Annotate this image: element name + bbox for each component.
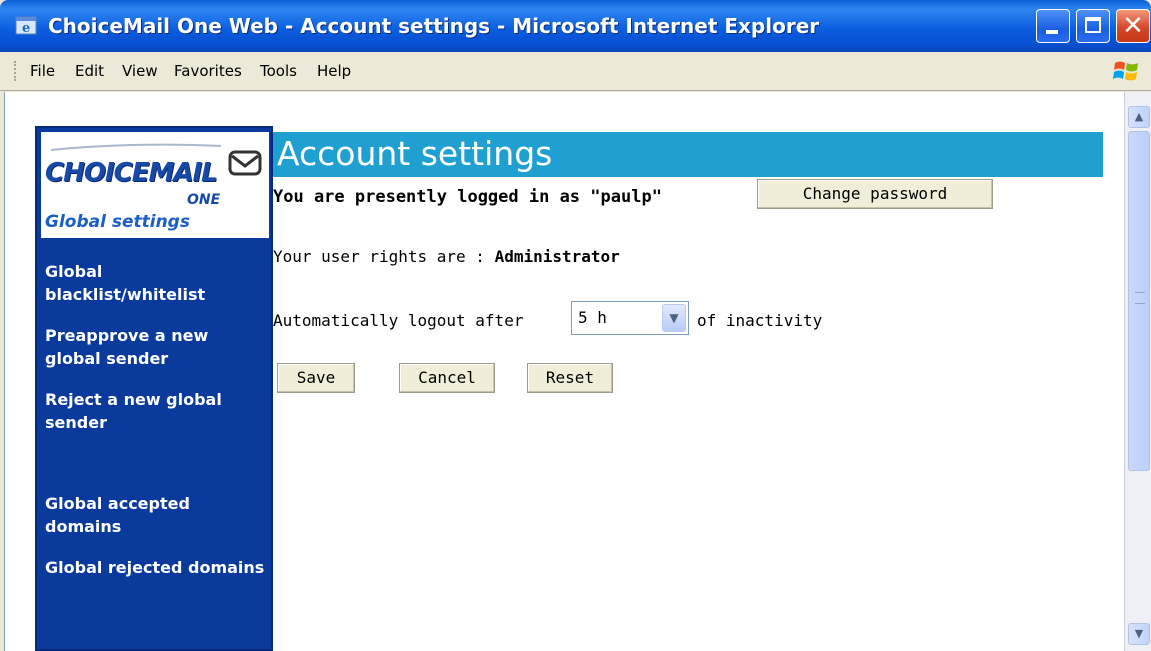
user-rights-value: Administrator xyxy=(494,247,620,266)
window-title: ChoiceMail One Web - Account settings - … xyxy=(48,14,820,38)
windows-logo-icon xyxy=(1113,61,1138,81)
menu-tools[interactable]: Tools xyxy=(260,62,297,80)
toolbar-grip[interactable] xyxy=(14,61,19,81)
sidebar-item-global-blacklist-whitelist[interactable]: Global blacklist/whitelist xyxy=(45,260,267,306)
logout-label: Automatically logout after xyxy=(273,311,524,330)
inactivity-label: of inactivity xyxy=(697,311,823,330)
user-rights-label: Your user rights are : xyxy=(273,247,495,266)
scrollbar-thumb[interactable] xyxy=(1128,131,1150,471)
chevron-down-icon[interactable]: ▼ xyxy=(662,304,686,332)
menu-help[interactable]: Help xyxy=(317,62,351,80)
browser-content: CHOICEMAIL ONE Global settings Global bl… xyxy=(4,92,1125,651)
maximize-button[interactable] xyxy=(1076,9,1110,43)
sidebar-item-global-accepted-domains[interactable]: Global accepted domains xyxy=(45,492,267,538)
sidebar-item-preapprove-global-sender[interactable]: Preapprove a new global sender xyxy=(45,324,267,370)
login-status: You are presently logged in as "paulp" xyxy=(273,187,662,207)
page-title: Account settings xyxy=(277,134,553,173)
logout-timeout-select[interactable]: 5 h ▼ xyxy=(571,301,689,335)
menu-view[interactable]: View xyxy=(122,62,158,80)
envelope-icon xyxy=(228,150,262,176)
menu-edit[interactable]: Edit xyxy=(75,62,104,80)
user-rights-text: Your user rights are : Administrator xyxy=(273,247,620,266)
sidebar-item-global-rejected-domains[interactable]: Global rejected domains xyxy=(45,556,267,579)
svg-text:e: e xyxy=(22,21,30,36)
save-button[interactable]: Save xyxy=(277,363,355,393)
scroll-down-icon[interactable]: ▼ xyxy=(1128,623,1150,645)
logo-brand: CHOICEMAIL xyxy=(45,158,218,188)
page-title-bar: Account settings xyxy=(273,132,1103,177)
menu-file[interactable]: File xyxy=(30,62,55,80)
minimize-button[interactable] xyxy=(1036,9,1070,43)
cancel-button[interactable]: Cancel xyxy=(399,363,495,393)
close-icon: ✕ xyxy=(1122,11,1144,41)
logo-swoosh xyxy=(51,143,221,151)
choicemail-logo: CHOICEMAIL ONE Global settings xyxy=(41,132,269,238)
window-title-bar[interactable]: e ChoiceMail One Web - Account settings … xyxy=(0,0,1151,52)
close-button[interactable]: ✕ xyxy=(1116,9,1150,43)
sidebar-section-title: Global settings xyxy=(45,212,190,232)
change-password-button[interactable]: Change password xyxy=(757,179,993,209)
scroll-up-icon[interactable]: ▲ xyxy=(1128,106,1150,128)
vertical-scrollbar[interactable]: ▲ ▼ xyxy=(1124,92,1151,651)
logout-timeout-value: 5 h xyxy=(578,308,607,327)
logo-edition: ONE xyxy=(187,192,221,208)
ie-icon: e xyxy=(15,16,37,36)
menu-bar: File Edit View Favorites Tools Help xyxy=(0,52,1151,91)
sidebar-item-reject-global-sender[interactable]: Reject a new global sender xyxy=(45,388,267,434)
sidebar-nav: CHOICEMAIL ONE Global settings Global bl… xyxy=(35,126,273,651)
reset-button[interactable]: Reset xyxy=(527,363,613,393)
scroll-grip-icon xyxy=(1135,292,1145,304)
minimize-icon xyxy=(1046,30,1058,34)
menu-favorites[interactable]: Favorites xyxy=(174,62,242,80)
maximize-icon xyxy=(1085,17,1101,33)
